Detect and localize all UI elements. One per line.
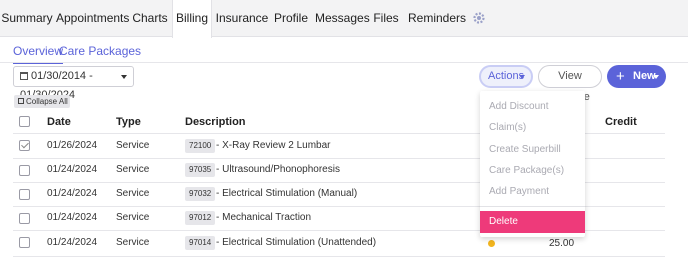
column-header-date[interactable]: Date: [47, 116, 71, 128]
subtab-overview[interactable]: Overview: [13, 44, 64, 64]
tab-billing[interactable]: Billing: [172, 0, 212, 38]
actions-menu: Add Discount Claim(s) Create Superbill C…: [480, 91, 585, 237]
subtab-divider: [0, 62, 688, 63]
tab-appointments[interactable]: Appointments: [56, 0, 129, 37]
row-description: - Ultrasound/Phonophoresis: [216, 164, 340, 175]
row-date: 01/26/2024: [47, 140, 98, 151]
row-type: Service: [116, 188, 150, 199]
row-date: 01/24/2024: [47, 188, 98, 199]
tab-files[interactable]: Files: [372, 0, 400, 37]
row-checkbox[interactable]: [19, 213, 30, 224]
menu-item-add-payment[interactable]: Add Payment: [489, 186, 549, 197]
row-checkbox[interactable]: [19, 165, 30, 176]
column-header-description[interactable]: Description: [185, 116, 246, 128]
row-description: - Electrical Stimulation (Manual): [216, 188, 358, 199]
collapse-all-button[interactable]: Collapse All: [14, 95, 70, 108]
row-checkbox[interactable]: [19, 237, 30, 248]
cpt-code-badge: 72100: [185, 139, 216, 153]
tab-summary[interactable]: Summary: [0, 0, 54, 37]
row-date: 01/24/2024: [47, 237, 98, 248]
subtab-care-packages[interactable]: Care Packages: [59, 44, 141, 58]
menu-item-delete[interactable]: Delete: [480, 211, 585, 233]
row-checkbox[interactable]: [19, 140, 30, 151]
new-button[interactable]: + New: [607, 65, 666, 88]
row-date: 01/24/2024: [47, 164, 98, 175]
row-amount: 25.00: [549, 238, 575, 249]
view-balance-button[interactable]: View Balance: [538, 65, 602, 103]
cpt-code-badge: 97012: [185, 211, 216, 225]
row-type: Service: [116, 237, 150, 248]
row-checkbox[interactable]: [19, 189, 30, 200]
collapse-all-label: Collapse All: [26, 97, 68, 106]
tab-messages[interactable]: Messages: [315, 0, 370, 37]
top-nav: Summary Appointments Charts Billing Insu…: [0, 0, 688, 38]
date-range-select[interactable]: 01/30/2014 - 01/30/2024: [13, 66, 134, 101]
row-description: - X-Ray Review 2 Lumbar: [216, 140, 331, 151]
cpt-code-badge: 97014: [185, 236, 216, 250]
tab-reminders[interactable]: Reminders: [408, 0, 466, 37]
chevron-down-icon: [121, 75, 127, 79]
row-type: Service: [116, 164, 150, 175]
column-header-credit[interactable]: Credit: [605, 116, 637, 128]
collapse-icon: [18, 98, 24, 104]
tab-charts[interactable]: Charts: [128, 0, 172, 37]
calendar-icon: [20, 72, 28, 80]
tab-profile[interactable]: Profile: [273, 0, 309, 37]
row-type: Service: [116, 140, 150, 151]
cpt-code-badge: 97032: [185, 187, 216, 201]
cpt-code-badge: 97035: [185, 163, 216, 177]
gear-icon[interactable]: [472, 11, 486, 25]
select-all-checkbox[interactable]: [19, 116, 30, 127]
row-type: Service: [116, 212, 150, 223]
tab-insurance[interactable]: Insurance: [215, 0, 269, 37]
chevron-down-icon: [653, 75, 659, 79]
chevron-down-icon: [519, 75, 525, 79]
row-description: - Electrical Stimulation (Unattended): [216, 237, 377, 248]
menu-divider: [480, 206, 585, 207]
menu-item-care-packages[interactable]: Care Package(s): [489, 165, 564, 176]
row-divider: [13, 256, 665, 257]
row-date: 01/24/2024: [47, 212, 98, 223]
row-description: - Mechanical Traction: [216, 212, 312, 223]
status-dot: [488, 240, 495, 247]
actions-button[interactable]: Actions: [479, 65, 533, 88]
plus-icon: +: [616, 68, 625, 85]
column-header-type[interactable]: Type: [116, 116, 141, 128]
menu-item-claims[interactable]: Claim(s): [489, 122, 526, 133]
menu-item-create-superbill[interactable]: Create Superbill: [489, 144, 561, 155]
menu-item-add-discount[interactable]: Add Discount: [489, 101, 548, 112]
